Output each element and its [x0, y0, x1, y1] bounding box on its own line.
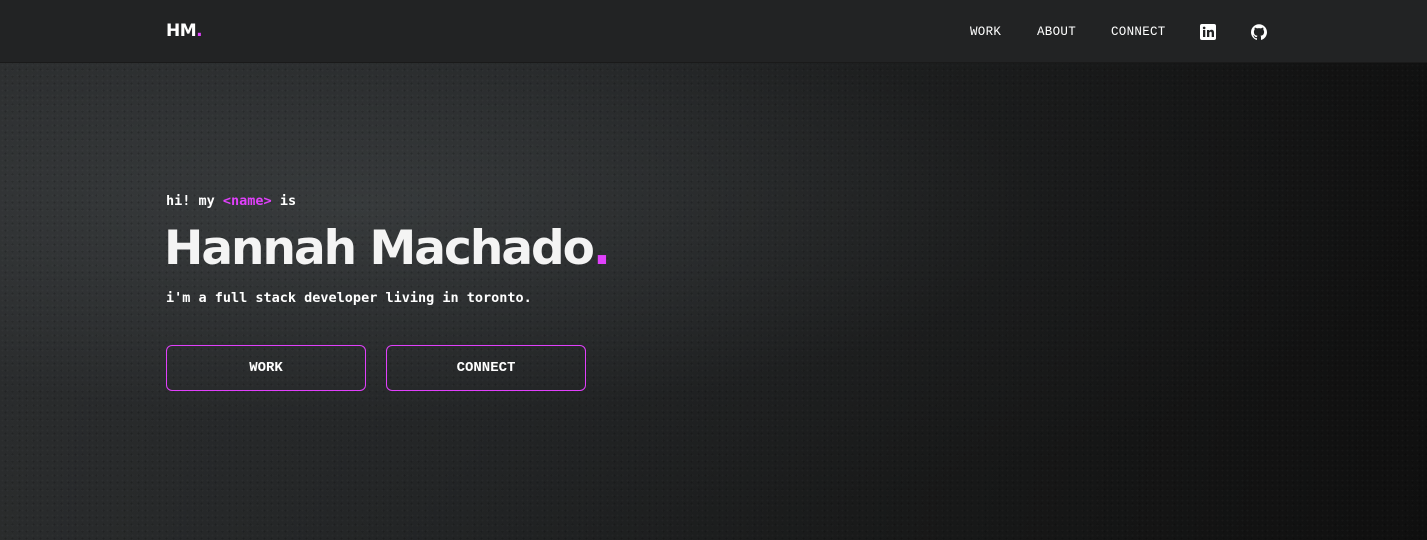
hero-name-heading: Hannah Machado.	[164, 220, 611, 278]
logo[interactable]: HM.	[166, 21, 203, 41]
navbar: HM. WORK ABOUT CONNECT	[0, 0, 1427, 63]
nav-link-work[interactable]: WORK	[970, 25, 1001, 39]
logo-dot: .	[196, 21, 203, 41]
connect-button[interactable]: CONNECT	[386, 345, 586, 391]
nav-link-connect[interactable]: CONNECT	[1111, 25, 1166, 39]
intro-name-tag: <name>	[222, 193, 272, 209]
hero-intro: hi! my <name> is	[166, 193, 296, 209]
github-icon[interactable]	[1251, 24, 1267, 40]
work-button[interactable]: WORK	[166, 345, 366, 391]
linkedin-icon[interactable]	[1200, 24, 1216, 40]
logo-text: HM	[166, 21, 197, 41]
nav-link-about[interactable]: ABOUT	[1037, 25, 1076, 39]
hero-tagline: i'm a full stack developer living in tor…	[166, 290, 532, 306]
intro-suffix: is	[271, 193, 297, 209]
hero-name: Hannah Machado	[164, 221, 595, 276]
intro-prefix: hi! my	[166, 193, 223, 209]
hero-name-dot: .	[592, 221, 611, 276]
